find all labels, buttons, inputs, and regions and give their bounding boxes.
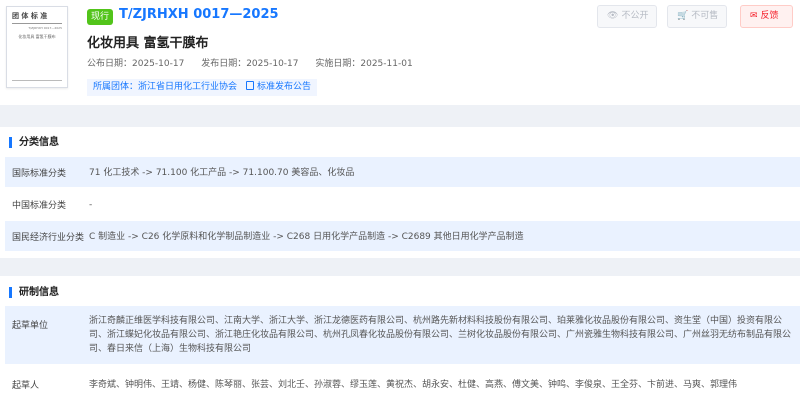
row-label: 国际标准分类 — [12, 169, 67, 179]
organization-link[interactable]: 所属团体：浙江省日用化工行业协会 — [87, 79, 244, 96]
thumbnail-rule — [12, 23, 62, 24]
thumbnail-code: T/ZJRHXH 0017—2025 — [28, 26, 62, 30]
release-notice-label: 标准发布公告 — [257, 82, 312, 92]
not-public-button[interactable]: 👁 不公开 — [597, 5, 657, 28]
status-badge: 现行 — [87, 9, 113, 25]
effective-date: 实施日期：2025-11-01 — [315, 59, 413, 69]
drafting-row-people: 起草人 李奇斌、钟明伟、王靖、杨健、陈琴丽、张芸、刘北壬、孙淑蓉、缪玉莲、黄祝杰… — [5, 370, 800, 400]
feedback-icon: ✉ — [750, 11, 758, 21]
page-title: 化妆用具 富氢干膜布 — [87, 36, 209, 51]
row-label: 起草人 — [12, 381, 40, 391]
date-info: 公布日期：2025-10-17 发布日期：2025-10-17 实施日期：202… — [87, 56, 427, 69]
thumbnail-caption: 化妆用具 富氢干膜布 — [18, 34, 56, 39]
section-title-drafting: 研制信息 — [9, 287, 59, 298]
standard-number: T/ZJRHXH 0017—2025 — [119, 7, 279, 22]
eye-icon: 👁 — [607, 11, 619, 21]
not-for-sale-button[interactable]: 🛒 不可售 — [667, 5, 727, 28]
classification-row-ccs: 中国标准分类 - — [5, 189, 800, 219]
classification-row-ics: 国际标准分类 71 化工技术 -> 71.100 化工产品 -> 71.100.… — [5, 157, 800, 187]
feedback-button[interactable]: ✉ 反馈 — [740, 5, 793, 28]
published-date: 公布日期：2025-10-17 — [87, 59, 185, 69]
classification-row-industry: 国民经济行业分类 C 制造业 -> C26 化学原料和化学制品制造业 -> C2… — [5, 221, 800, 251]
document-icon — [246, 81, 254, 90]
section-title-classification: 分类信息 — [9, 137, 59, 148]
release-notice-link[interactable]: 标准发布公告 — [240, 79, 318, 96]
row-value: 71 化工技术 -> 71.100 化工产品 -> 71.100.70 美容品、… — [89, 168, 355, 178]
row-label: 中国标准分类 — [12, 201, 67, 211]
thumbnail-heading: 团 体 标 准 — [12, 12, 48, 20]
cart-icon: 🛒 — [677, 11, 689, 21]
drafting-card: 研制信息 起草单位 浙江奇麟正维医学科技有限公司、江南大学、浙江大学、浙江龙德医… — [0, 276, 800, 413]
row-value: 李奇斌、钟明伟、王靖、杨健、陈琴丽、张芸、刘北壬、孙淑蓉、缪玉莲、黄祝杰、胡永安… — [89, 380, 738, 390]
issued-date: 发布日期：2025-10-17 — [201, 59, 299, 69]
row-label: 国民经济行业分类 — [12, 233, 85, 243]
drafting-row-units: 起草单位 浙江奇麟正维医学科技有限公司、江南大学、浙江大学、浙江龙德医药有限公司… — [5, 306, 800, 364]
classification-card: 分类信息 国际标准分类 71 化工技术 -> 71.100 化工产品 -> 71… — [0, 127, 800, 258]
row-label: 起草单位 — [12, 321, 49, 331]
row-value: C 制造业 -> C26 化学原料和化学制品制造业 -> C268 日用化学产品… — [89, 232, 524, 242]
thumbnail-footer-rule — [12, 80, 62, 81]
standard-header: 团 体 标 准 T/ZJRHXH 0017—2025 化妆用具 富氢干膜布 现行… — [0, 0, 800, 105]
row-value: - — [89, 200, 93, 210]
standard-cover-thumbnail[interactable]: 团 体 标 准 T/ZJRHXH 0017—2025 化妆用具 富氢干膜布 — [6, 6, 68, 88]
row-value: 浙江奇麟正维医学科技有限公司、江南大学、浙江大学、浙江龙德医药有限公司、杭州路先… — [89, 316, 792, 354]
